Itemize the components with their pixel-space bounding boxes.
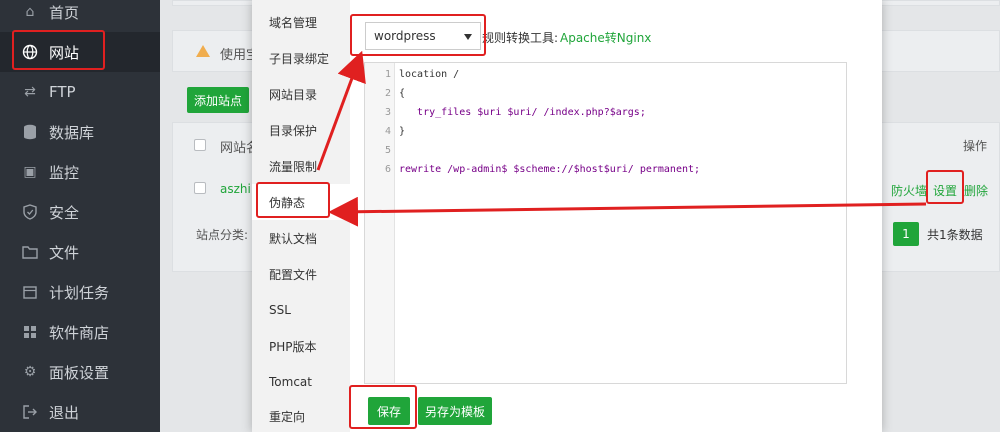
sidebar-item-store[interactable]: 软件商店 xyxy=(0,312,160,352)
menu-item-redirect[interactable]: 重定向 xyxy=(252,398,350,432)
menu-item-site-directory[interactable]: 网站目录 xyxy=(252,76,350,112)
menu-item-config-file[interactable]: 配置文件 xyxy=(252,256,350,292)
menu-item-tomcat[interactable]: Tomcat xyxy=(252,364,350,400)
sidebar-item-website[interactable]: 网站 xyxy=(0,32,160,72)
sidebar-item-logout[interactable]: 退出 xyxy=(0,392,160,432)
sidebar-item-files[interactable]: 文件 xyxy=(0,232,160,272)
sidebar-item-label: 数据库 xyxy=(49,123,95,142)
warning-icon xyxy=(196,45,210,57)
folder-icon xyxy=(21,243,39,261)
sidebar-item-label: 文件 xyxy=(49,243,80,262)
sidebar-item-cron[interactable]: 计划任务 xyxy=(0,272,160,312)
category-label: 站点分类: xyxy=(196,228,249,242)
page-1-button[interactable]: 1 xyxy=(893,222,919,246)
rule-tool-label: 规则转换工具: xyxy=(482,31,559,45)
save-as-template-button[interactable]: 另存为模板 xyxy=(418,397,492,425)
rewrite-code-editor[interactable]: 1 2 3 4 5 6 location / { try_files $uri … xyxy=(364,62,847,384)
globe-icon xyxy=(21,43,39,61)
rewrite-template-select[interactable]: wordpress xyxy=(365,22,481,50)
chevron-down-icon xyxy=(464,34,472,40)
home-icon: ⌂ xyxy=(25,4,35,20)
sidebar: ⌂ 首页 网站 ⇄ FTP 数据库 ▣ 监控 安全 文件 计划任务 软件商店 ⚙… xyxy=(0,0,160,432)
sidebar-item-label: 面板设置 xyxy=(49,363,110,382)
add-site-button[interactable]: 添加站点 xyxy=(187,87,249,113)
code-line: location / xyxy=(399,69,460,80)
menu-item-default-doc[interactable]: 默认文档 xyxy=(252,220,350,256)
code-line: { xyxy=(399,88,406,99)
sidebar-item-security[interactable]: 安全 xyxy=(0,192,160,232)
rewrite-template-value: wordpress xyxy=(374,29,436,43)
menu-item-dir-protection[interactable]: 目录保护 xyxy=(252,112,350,148)
line-number: 1 xyxy=(384,69,391,80)
menu-item-ssl[interactable]: SSL xyxy=(252,292,350,328)
line-number: 2 xyxy=(384,88,391,99)
shield-icon xyxy=(21,203,39,221)
save-button[interactable]: 保存 xyxy=(368,397,410,425)
sidebar-item-label: 软件商店 xyxy=(49,323,110,342)
code-line: try_files $uri $uri/ /index.php?$args; xyxy=(399,107,646,118)
sidebar-item-label: 网站 xyxy=(49,43,80,62)
total-count: 共1条数据 xyxy=(927,228,983,242)
sidebar-item-label: 监控 xyxy=(49,163,80,182)
sidebar-item-ftp[interactable]: ⇄ FTP xyxy=(0,72,160,112)
sidebar-item-label: 首页 xyxy=(49,3,80,22)
modal-menu: 域名管理 子目录绑定 网站目录 目录保护 流量限制 伪静态 默认文档 配置文件 … xyxy=(252,0,350,432)
store-icon xyxy=(21,323,39,341)
logout-icon xyxy=(21,403,39,421)
gear-icon: ⚙ xyxy=(23,364,37,380)
menu-item-rewrite[interactable]: 伪静态 xyxy=(252,184,350,220)
sidebar-item-database[interactable]: 数据库 xyxy=(0,112,160,152)
code-line: rewrite /wp-admin$ $scheme://$host$uri/ … xyxy=(399,164,701,175)
menu-item-php-version[interactable]: PHP版本 xyxy=(252,328,350,364)
menu-item-domain[interactable]: 域名管理 xyxy=(252,4,350,40)
line-number: 3 xyxy=(384,107,391,118)
sidebar-item-label: FTP xyxy=(49,83,76,101)
sidebar-item-home[interactable]: ⌂ 首页 xyxy=(0,0,160,32)
sidebar-item-label: 安全 xyxy=(49,203,80,222)
sidebar-item-label: 退出 xyxy=(49,403,80,422)
line-number: 6 xyxy=(384,164,391,175)
line-number: 4 xyxy=(384,126,391,137)
delete-link[interactable]: 删除 xyxy=(964,182,988,199)
sidebar-item-monitor[interactable]: ▣ 监控 xyxy=(0,152,160,192)
database-icon xyxy=(21,123,39,141)
line-number: 5 xyxy=(384,145,391,156)
calendar-icon xyxy=(21,283,39,301)
firewall-link[interactable]: 防火墙 xyxy=(891,182,927,199)
code-line: } xyxy=(399,126,406,137)
row-checkbox[interactable] xyxy=(194,182,206,194)
sidebar-item-label: 计划任务 xyxy=(49,283,110,302)
menu-item-traffic-limit[interactable]: 流量限制 xyxy=(252,148,350,184)
select-all-checkbox[interactable] xyxy=(194,139,206,151)
sidebar-item-panel-settings[interactable]: ⚙ 面板设置 xyxy=(0,352,160,392)
column-actions: 操作 xyxy=(963,139,988,153)
monitor-icon: ▣ xyxy=(23,164,37,180)
line-number-gutter: 1 2 3 4 5 6 xyxy=(365,63,395,383)
settings-link[interactable]: 设置 xyxy=(933,182,957,199)
menu-item-subdir-binding[interactable]: 子目录绑定 xyxy=(252,40,350,76)
apache-to-nginx-link[interactable]: Apache转Nginx xyxy=(560,29,651,46)
ftp-icon: ⇄ xyxy=(24,84,36,100)
